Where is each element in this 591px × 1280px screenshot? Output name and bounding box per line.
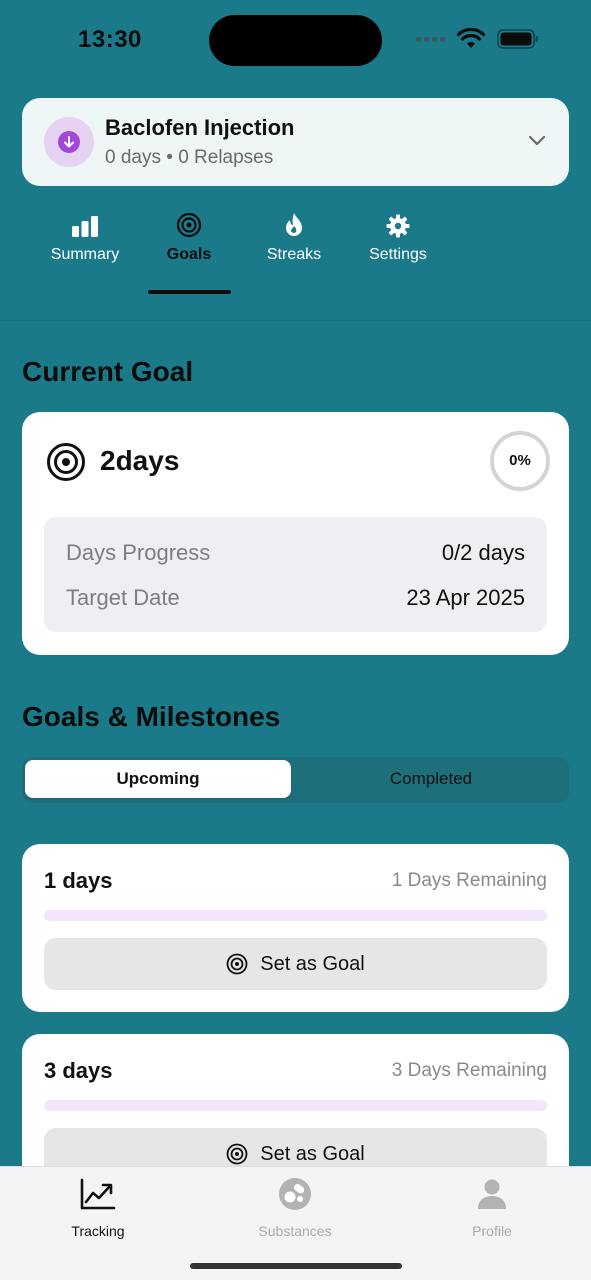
segment-upcoming[interactable]: Upcoming (25, 760, 291, 798)
goal-progress-percent: 0% (509, 452, 531, 469)
target-date-row: Target Date 23 Apr 2025 (66, 585, 525, 615)
milestones-heading: Goals & Milestones (22, 701, 281, 732)
nav-substances[interactable]: Substances (225, 1177, 365, 1239)
nav-profile-label: Profile (472, 1223, 512, 1239)
nav-tracking-label: Tracking (71, 1223, 125, 1239)
tab-goals[interactable]: Goals (144, 210, 234, 264)
milestone-remaining: 1 Days Remaining (391, 870, 547, 891)
arrow-down-circle-icon (58, 131, 80, 153)
milestone-segment-control: Upcoming Completed (22, 757, 569, 803)
goal-progress-ring: 0% (489, 430, 551, 492)
substance-avatar (44, 117, 94, 167)
tab-bar: Summary Goals Streaks Settings (0, 210, 591, 300)
segment-completed[interactable]: Completed (296, 760, 566, 798)
target-icon (226, 1143, 248, 1165)
current-goal-title: 2days (100, 445, 180, 476)
home-indicator (190, 1263, 402, 1269)
pills-icon (279, 1178, 311, 1210)
nav-tracking[interactable]: Tracking (28, 1177, 168, 1239)
substance-meta: 0 days • 0 Relapses (105, 147, 274, 168)
milestone-remaining: 3 Days Remaining (391, 1060, 547, 1081)
tab-settings-label: Settings (369, 246, 427, 263)
tab-streaks-label: Streaks (266, 246, 322, 263)
tab-goals-label: Goals (166, 246, 212, 263)
gear-icon (386, 214, 410, 238)
milestone-title: 1 days (44, 868, 113, 893)
tab-summary[interactable]: Summary (40, 210, 130, 264)
target-date-label: Target Date (66, 585, 180, 610)
nav-substances-label: Substances (258, 1223, 332, 1239)
dynamic-island (209, 15, 382, 66)
target-icon (176, 212, 202, 238)
target-icon (47, 443, 85, 481)
target-icon (226, 953, 248, 975)
substance-selector[interactable]: Baclofen Injection 0 days • 0 Relapses (22, 98, 569, 186)
milestone-card: 1 days 1 Days Remaining Set as Goal (22, 844, 569, 1012)
wifi-icon (457, 28, 485, 48)
status-icons (416, 28, 539, 50)
milestone-title: 3 days (44, 1058, 113, 1083)
chevron-down-icon[interactable] (527, 130, 547, 150)
substance-name: Baclofen Injection (105, 115, 295, 140)
bottom-nav: Tracking Substances Profile (0, 1166, 591, 1280)
days-progress-row: Days Progress 0/2 days (66, 540, 525, 570)
set-as-goal-button[interactable]: Set as Goal (44, 938, 547, 990)
days-progress-value: 0/2 days (441, 540, 525, 565)
set-as-goal-label: Set as Goal (260, 1142, 365, 1165)
active-tab-indicator (148, 290, 231, 294)
tab-settings[interactable]: Settings (353, 210, 443, 264)
flame-icon (286, 213, 302, 236)
nav-profile[interactable]: Profile (422, 1177, 562, 1239)
days-progress-label: Days Progress (66, 540, 211, 565)
current-goal-heading: Current Goal (22, 356, 194, 387)
status-time: 13:30 (78, 26, 142, 53)
target-date-value: 23 Apr 2025 (406, 585, 525, 610)
current-goal-card: 2days 0% Days Progress 0/2 days Target D… (22, 412, 569, 655)
status-bar: 13:30 (0, 0, 591, 80)
milestone-progress-bar (44, 1100, 547, 1111)
cellular-signal-icon (416, 36, 445, 42)
set-as-goal-label: Set as Goal (260, 952, 365, 975)
battery-icon (497, 29, 538, 49)
goal-details: Days Progress 0/2 days Target Date 23 Ap… (44, 517, 547, 632)
tab-streaks[interactable]: Streaks (249, 210, 339, 264)
trend-chart-icon (80, 1178, 116, 1210)
tab-summary-label: Summary (50, 246, 120, 263)
milestone-progress-bar (44, 910, 547, 921)
divider (0, 320, 591, 321)
person-icon (478, 1179, 506, 1209)
bar-chart-icon (72, 216, 98, 237)
